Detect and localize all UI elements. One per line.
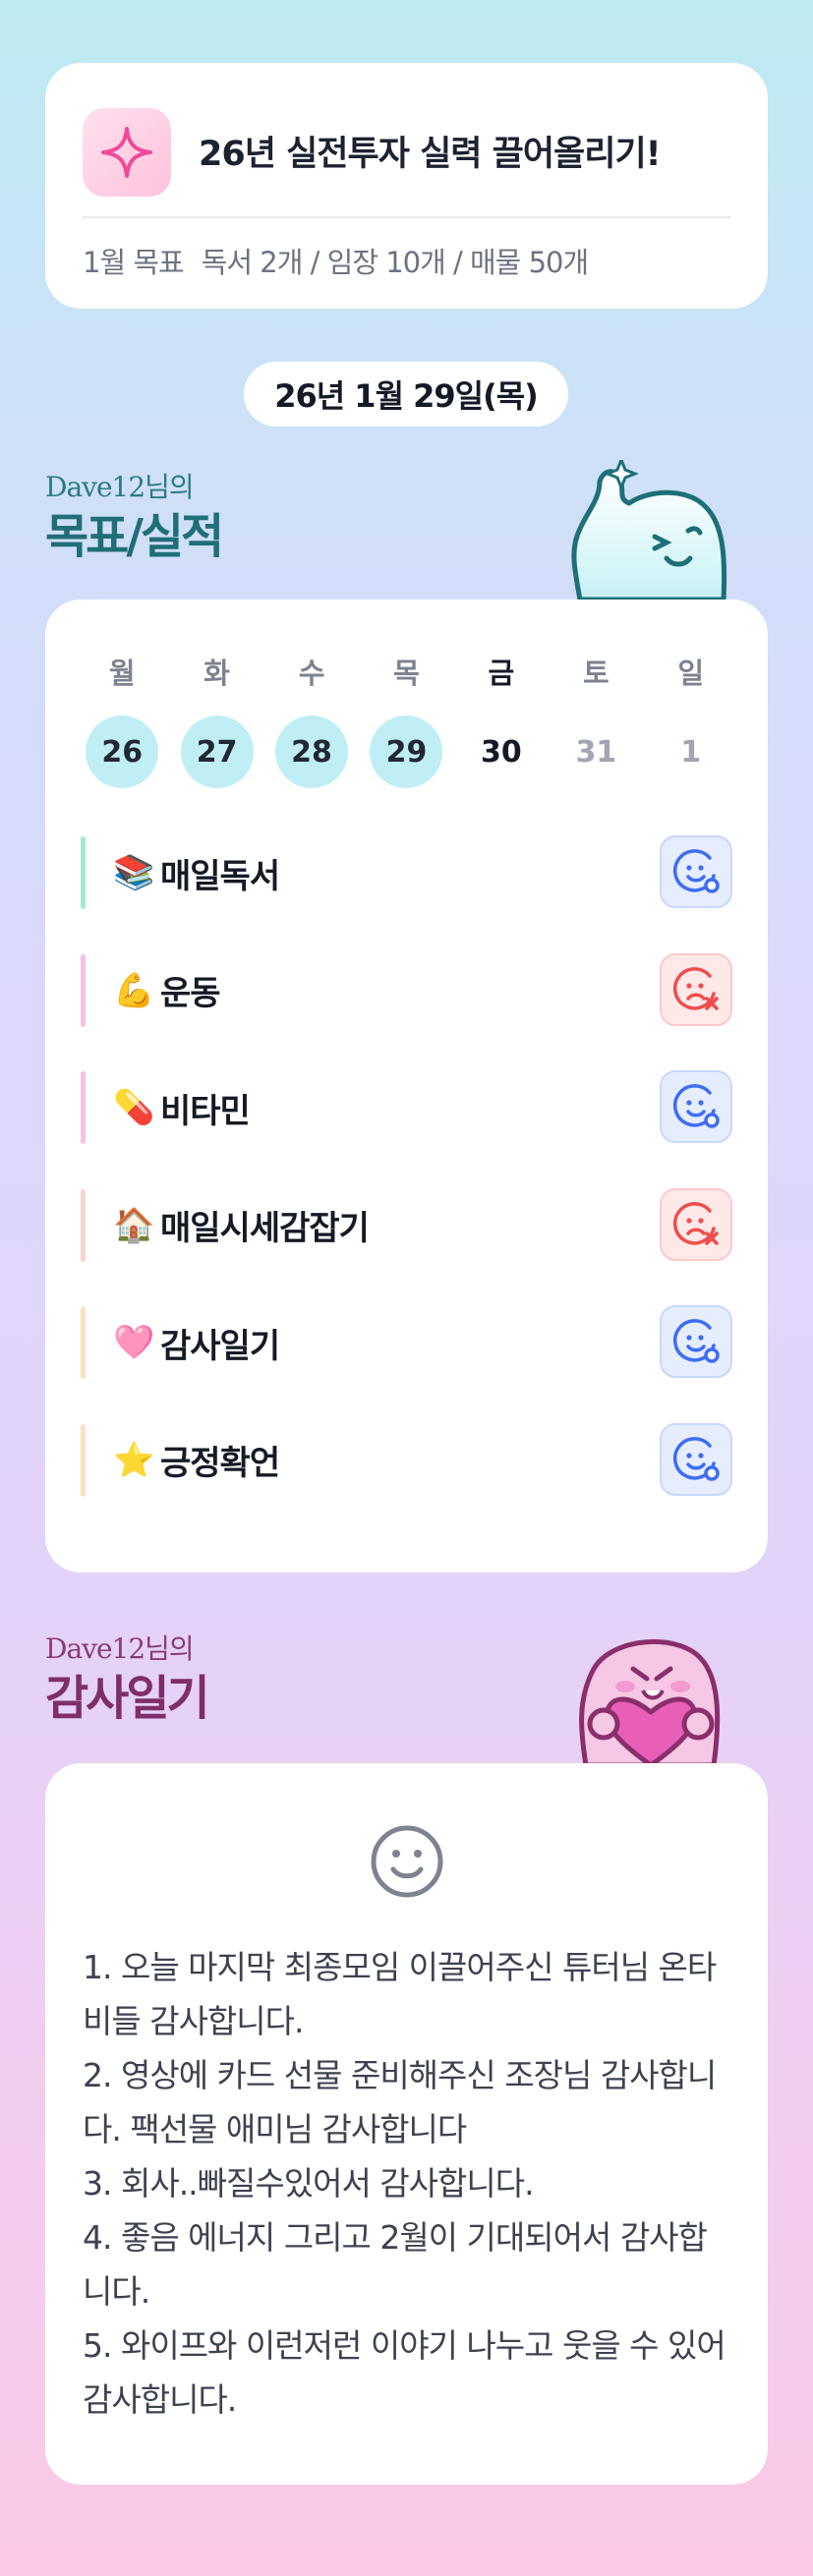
date-label[interactable]: 26년 1월 29일(목) bbox=[244, 362, 568, 427]
habit-name: 매일독서 bbox=[160, 856, 280, 896]
habit-done-icon[interactable] bbox=[660, 1070, 732, 1143]
habit-color-bar bbox=[81, 1423, 86, 1497]
goals-section-title: 목표/실적 bbox=[45, 509, 224, 564]
habit-color-bar bbox=[81, 1188, 86, 1262]
goal-card: 26년 실전투자 실력 끌어올리기! 1월 목표 독서 2개 / 임장 10개 /… bbox=[45, 63, 768, 309]
day-cell[interactable]: 31 bbox=[549, 716, 643, 788]
habit-row[interactable]: 🩷 감사일기 bbox=[81, 1305, 732, 1380]
weekday-wed: 수 bbox=[298, 657, 325, 690]
day-cell[interactable]: 28 bbox=[264, 716, 359, 788]
weekday-mon: 월 bbox=[108, 657, 136, 690]
sparkle-icon bbox=[83, 108, 171, 197]
goals-card: 월 화 수 목 금 토 일 26 27 28 29 30 31 1 📚 매일독서 💪… bbox=[45, 600, 768, 1573]
thanks-entry: 5. 와이프와 이런저런 이야기 나누고 웃을 수 있어 감사합니다. bbox=[83, 2326, 726, 2419]
habit-missed-icon[interactable] bbox=[660, 952, 732, 1026]
habit-row[interactable]: 💪 운동 bbox=[81, 952, 732, 1028]
habit-color-bar bbox=[81, 953, 86, 1027]
thanks-entries: 1. 오늘 마지막 최종모임 이끌어주신 튜터님 온타비들 감사합니다. 2. … bbox=[83, 1940, 730, 2427]
goal-month-label: 1월 목표 bbox=[83, 246, 185, 279]
day-cell[interactable]: 29 bbox=[359, 716, 453, 788]
thanks-entry: 2. 영상에 카드 선물 준비해주신 조장님 감사합니다. 팩선물 애미님 감사… bbox=[83, 2056, 717, 2148]
weekday-fri: 금 bbox=[488, 657, 515, 690]
thanks-card: 1. 오늘 마지막 최종모임 이끌어주신 튜터님 온타비들 감사합니다. 2. … bbox=[45, 1763, 768, 2485]
habit-emoji-icon: 🩷 bbox=[113, 1323, 155, 1362]
goal-targets: 독서 2개 / 임장 10개 / 매물 50개 bbox=[201, 246, 589, 279]
habit-row[interactable]: 💊 비타민 bbox=[81, 1070, 732, 1145]
heart-mascot-icon bbox=[579, 1638, 721, 1765]
ghost-mascot-icon bbox=[571, 460, 727, 600]
goal-title: 26년 실전투자 실력 끌어올리기! bbox=[199, 135, 662, 174]
day-row: 26 27 28 29 30 31 1 bbox=[75, 716, 738, 788]
smile-icon bbox=[371, 1825, 443, 1898]
weekday-row: 월 화 수 목 금 토 일 bbox=[75, 651, 738, 692]
habit-color-bar bbox=[81, 1306, 86, 1379]
habit-done-icon[interactable] bbox=[660, 1305, 732, 1378]
habit-emoji-icon: 💊 bbox=[113, 1088, 155, 1127]
goal-summary: 1월 목표 독서 2개 / 임장 10개 / 매물 50개 bbox=[83, 240, 589, 281]
habit-name: 감사일기 bbox=[160, 1326, 280, 1366]
divider bbox=[83, 216, 730, 218]
weekday-thu: 목 bbox=[393, 657, 420, 690]
habit-row[interactable]: 🏠 매일시세감잡기 bbox=[81, 1187, 732, 1263]
day-cell[interactable]: 27 bbox=[169, 716, 263, 788]
thanks-section-title: 감사일기 bbox=[45, 1671, 210, 1726]
habit-emoji-icon: ⭐ bbox=[113, 1440, 155, 1480]
weekday-sun: 일 bbox=[677, 657, 705, 690]
habit-row[interactable]: ⭐ 긍정확언 bbox=[81, 1422, 732, 1498]
habit-name: 매일시세감잡기 bbox=[160, 1209, 370, 1248]
habit-done-icon[interactable] bbox=[660, 835, 732, 908]
habit-missed-icon[interactable] bbox=[660, 1187, 732, 1261]
habit-name: 운동 bbox=[160, 974, 221, 1013]
day-cell[interactable]: 26 bbox=[75, 716, 169, 788]
thanks-entry: 4. 좋음 에너지 그리고 2월이 기대되어서 감사합니다. bbox=[83, 2218, 708, 2311]
thanks-entry: 3. 회사..빠질수있어서 감사합니다. bbox=[83, 2164, 535, 2203]
day-cell[interactable]: 1 bbox=[644, 716, 738, 788]
habit-name: 긍정확언 bbox=[160, 1444, 280, 1483]
habit-done-icon[interactable] bbox=[660, 1422, 732, 1496]
habit-row[interactable]: 📚 매일독서 bbox=[81, 835, 732, 910]
habit-emoji-icon: 🏠 bbox=[113, 1205, 155, 1245]
day-cell-today[interactable]: 30 bbox=[454, 716, 549, 788]
habit-emoji-icon: 💪 bbox=[113, 970, 155, 1010]
habit-name: 비타민 bbox=[160, 1091, 251, 1131]
habit-emoji-icon: 📚 bbox=[113, 853, 155, 892]
habit-color-bar bbox=[81, 836, 86, 909]
weekday-tue: 화 bbox=[203, 657, 230, 690]
weekday-sat: 토 bbox=[582, 657, 610, 690]
thanks-entry: 1. 오늘 마지막 최종모임 이끌어주신 튜터님 온타비들 감사합니다. bbox=[83, 1948, 717, 2040]
habit-color-bar bbox=[81, 1071, 86, 1144]
